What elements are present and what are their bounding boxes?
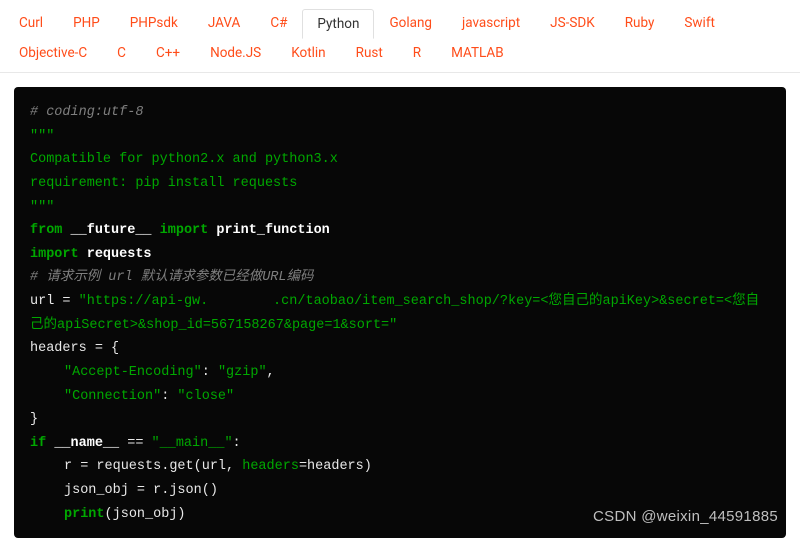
dunder-name: __name__ (54, 436, 119, 451)
fn-print: print_function (216, 223, 329, 238)
docstring-line-1: Compatible for python2.x and python3.x (30, 152, 338, 167)
docstring-line-2: requirement: pip install requests (30, 176, 297, 191)
tab-cpp[interactable]: C++ (141, 38, 195, 68)
brace-open: = { (87, 341, 119, 356)
language-tabs: Curl PHP PHPsdk JAVA C# Python Golang ja… (0, 0, 800, 73)
tab-matlab[interactable]: MATLAB (436, 38, 519, 68)
tab-python[interactable]: Python (302, 9, 374, 39)
call-get-b: headers (242, 459, 299, 474)
tab-swift[interactable]: Swift (669, 8, 730, 38)
hdr-val-1: "gzip" (218, 365, 267, 380)
call-get-a: r = requests.get(url, (64, 459, 242, 474)
tab-golang[interactable]: Golang (374, 8, 447, 38)
tab-ruby[interactable]: Ruby (610, 8, 670, 38)
var-headers: headers (30, 341, 87, 356)
call-get-c: =headers) (299, 459, 372, 474)
brace-close: } (30, 412, 38, 427)
mod-requests: requests (87, 247, 152, 262)
hdr-val-2: "close" (177, 389, 234, 404)
tab-r[interactable]: R (398, 38, 436, 68)
hdr-key-2: "Connection" (64, 389, 161, 404)
tab-objc[interactable]: Objective-C (4, 38, 102, 68)
tab-jssdk[interactable]: JS-SDK (535, 8, 610, 38)
kw-import-2: import (30, 247, 79, 262)
call-print-arg: (json_obj) (105, 507, 186, 522)
kw-from: from (30, 223, 62, 238)
comment-url: # 请求示例 url 默认请求参数已经做URL编码 (30, 270, 314, 285)
tab-curl[interactable]: Curl (4, 8, 58, 38)
tab-phpsdk[interactable]: PHPsdk (115, 8, 193, 38)
kw-import-1: import (160, 223, 209, 238)
tab-csharp[interactable]: C# (255, 8, 302, 38)
var-url: url (30, 294, 54, 309)
tab-kotlin[interactable]: Kotlin (276, 38, 340, 68)
tab-rust[interactable]: Rust (341, 38, 398, 68)
tab-c[interactable]: C (102, 38, 141, 68)
colon: : (233, 436, 241, 451)
watermark: CSDN @weixin_44591885 (593, 508, 778, 525)
tab-java[interactable]: JAVA (193, 8, 255, 38)
tab-nodejs[interactable]: Node.JS (195, 38, 276, 68)
call-json: json_obj = r.json() (64, 483, 218, 498)
call-print-fn: print (64, 507, 105, 522)
eq-1: = (54, 294, 78, 309)
comment-coding: # coding:utf-8 (30, 105, 143, 120)
tab-php[interactable]: PHP (58, 8, 115, 38)
docstring-open: """ (30, 129, 54, 144)
eq-main: == (119, 436, 151, 451)
hdr-key-1: "Accept-Encoding" (64, 365, 202, 380)
kw-if: if (30, 436, 46, 451)
code-block: # coding:utf-8 """ Compatible for python… (14, 87, 786, 538)
url-value: "https://api-gw. .cn/taobao/item_search_… (30, 294, 759, 333)
docstring-close: """ (30, 200, 54, 215)
mod-future: __future__ (71, 223, 152, 238)
tab-javascript[interactable]: javascript (447, 8, 535, 38)
dunder-main: "__main__" (152, 436, 233, 451)
